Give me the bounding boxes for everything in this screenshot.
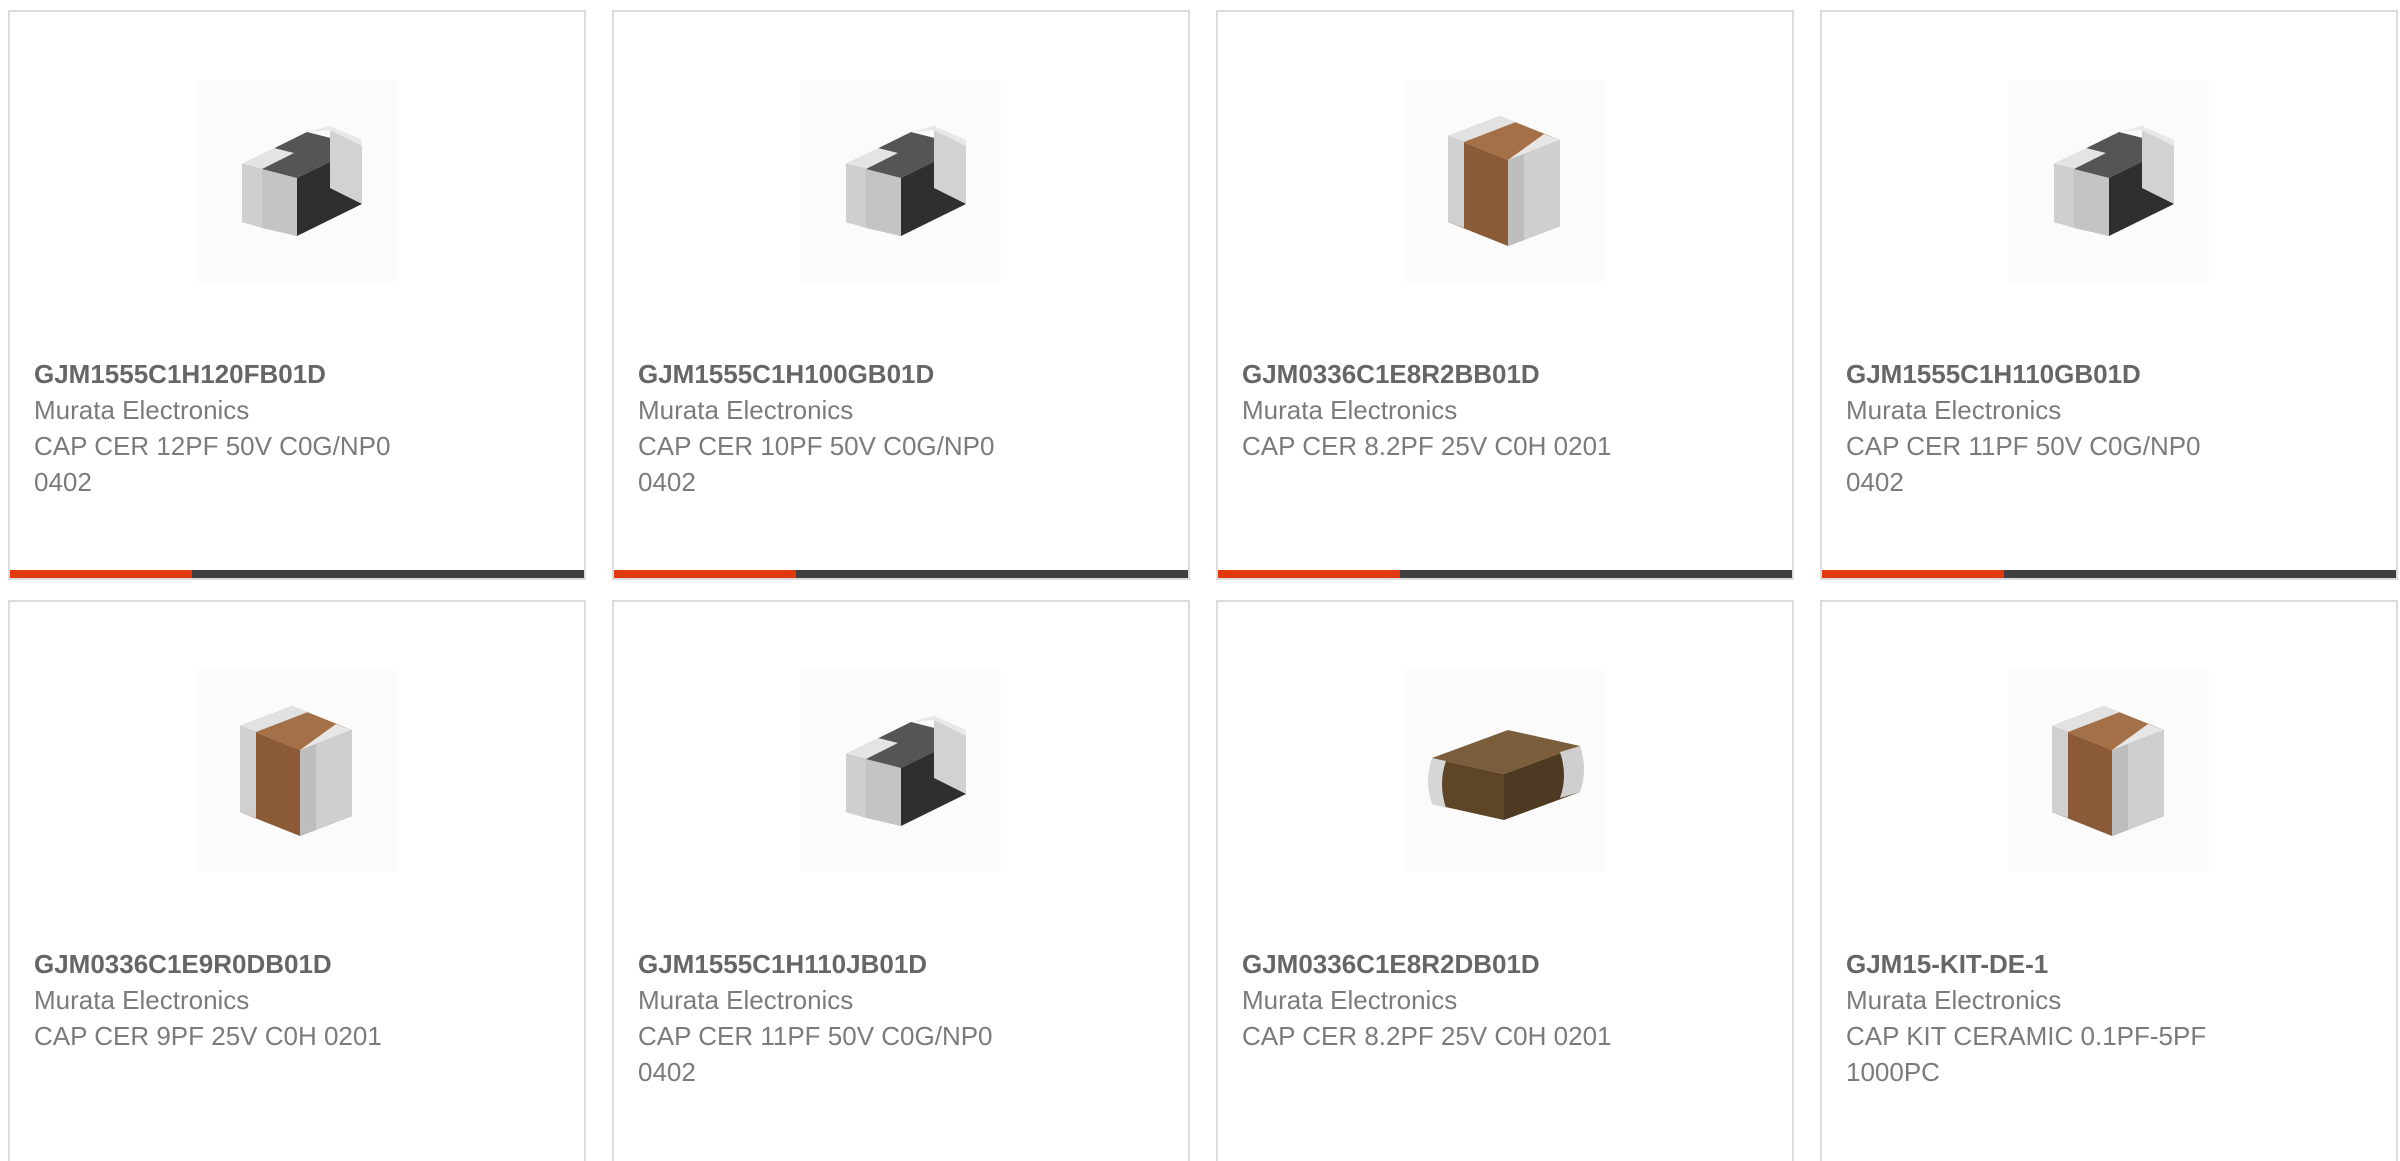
card-hover-bar	[614, 570, 1188, 578]
manufacturer-name: Murata Electronics	[638, 985, 854, 1015]
product-info: GJM1555C1H100GB01D Murata Electronics CA…	[638, 356, 1158, 500]
product-card[interactable]: GJM15-KIT-DE-1 Murata Electronics CAP KI…	[1820, 600, 2398, 1161]
manufacturer-name: Murata Electronics	[638, 395, 854, 425]
product-image[interactable]	[1405, 670, 1605, 872]
card-accent-bar	[1218, 570, 1400, 578]
product-info: GJM1555C1H120FB01D Murata Electronics CA…	[34, 356, 554, 500]
part-number-link[interactable]: GJM1555C1H100GB01D	[638, 356, 1158, 392]
product-image[interactable]	[1405, 80, 1605, 282]
product-card[interactable]: GJM1555C1H110JB01D Murata Electronics CA…	[612, 600, 1190, 1161]
part-number-link[interactable]: GJM1555C1H110GB01D	[1846, 356, 2366, 392]
manufacturer-name: Murata Electronics	[1242, 985, 1458, 1015]
manufacturer-name: Murata Electronics	[1242, 395, 1458, 425]
card-hover-bar	[10, 570, 584, 578]
mlcc-chip-gray-icon	[816, 696, 986, 846]
product-image[interactable]	[2009, 80, 2209, 282]
card-accent-bar	[1822, 570, 2004, 578]
part-number-link[interactable]: GJM1555C1H120FB01D	[34, 356, 554, 392]
product-info: GJM1555C1H110GB01D Murata Electronics CA…	[1846, 356, 2366, 500]
product-card[interactable]: GJM1555C1H100GB01D Murata Electronics CA…	[612, 10, 1190, 580]
product-card[interactable]: GJM0336C1E9R0DB01D Murata Electronics CA…	[8, 600, 586, 1161]
product-info: GJM0336C1E9R0DB01D Murata Electronics CA…	[34, 946, 554, 1054]
part-number-link[interactable]: GJM0336C1E8R2BB01D	[1242, 356, 1762, 392]
mlcc-chip-brown-icon	[212, 686, 382, 856]
part-number-link[interactable]: GJM0336C1E8R2DB01D	[1242, 946, 1762, 982]
mlcc-chip-gray-icon	[2024, 106, 2194, 256]
card-accent-bar	[10, 570, 192, 578]
manufacturer-name: Murata Electronics	[34, 985, 250, 1015]
product-info: GJM0336C1E8R2DB01D Murata Electronics CA…	[1242, 946, 1762, 1054]
product-card[interactable]: GJM1555C1H120FB01D Murata Electronics CA…	[8, 10, 586, 580]
product-image[interactable]	[197, 670, 397, 872]
product-info: GJM15-KIT-DE-1 Murata Electronics CAP KI…	[1846, 946, 2366, 1090]
product-card[interactable]: GJM0336C1E8R2BB01D Murata Electronics CA…	[1216, 10, 1794, 580]
mlcc-chip-gray-icon	[816, 106, 986, 256]
product-image[interactable]	[197, 80, 397, 282]
product-grid: GJM1555C1H120FB01D Murata Electronics CA…	[8, 10, 2398, 1161]
product-description: CAP CER 9PF 25V C0H 0201	[34, 1021, 382, 1051]
product-card[interactable]: GJM0336C1E8R2DB01D Murata Electronics CA…	[1216, 600, 1794, 1161]
part-number-link[interactable]: GJM15-KIT-DE-1	[1846, 946, 2366, 982]
card-hover-bar	[1218, 570, 1792, 578]
part-number-link[interactable]: GJM1555C1H110JB01D	[638, 946, 1158, 982]
card-hover-bar	[1822, 570, 2396, 578]
product-description: CAP CER 11PF 50V C0G/NP0 0402	[638, 1021, 993, 1087]
card-accent-bar	[614, 570, 796, 578]
part-number-link[interactable]: GJM0336C1E9R0DB01D	[34, 946, 554, 982]
product-description: CAP CER 12PF 50V C0G/NP0 0402	[34, 431, 391, 497]
product-image[interactable]	[2009, 670, 2209, 872]
mlcc-chip-brown-icon	[2024, 686, 2194, 856]
manufacturer-name: Murata Electronics	[1846, 395, 2062, 425]
mlcc-chip-gray-icon	[212, 106, 382, 256]
product-grid-page: GJM1555C1H120FB01D Murata Electronics CA…	[0, 0, 2400, 1161]
product-description: CAP CER 10PF 50V C0G/NP0 0402	[638, 431, 995, 497]
product-info: GJM1555C1H110JB01D Murata Electronics CA…	[638, 946, 1158, 1090]
mlcc-chip-brown-icon	[1420, 96, 1590, 266]
product-description: CAP CER 8.2PF 25V C0H 0201	[1242, 431, 1612, 461]
product-image[interactable]	[801, 670, 1001, 872]
product-description: CAP CER 8.2PF 25V C0H 0201	[1242, 1021, 1612, 1051]
product-description: CAP CER 11PF 50V C0G/NP0 0402	[1846, 431, 2201, 497]
product-description: CAP KIT CERAMIC 0.1PF-5PF 1000PC	[1846, 1021, 2207, 1087]
product-card[interactable]: GJM1555C1H110GB01D Murata Electronics CA…	[1820, 10, 2398, 580]
product-info: GJM0336C1E8R2BB01D Murata Electronics CA…	[1242, 356, 1762, 464]
manufacturer-name: Murata Electronics	[1846, 985, 2062, 1015]
product-image[interactable]	[801, 80, 1001, 282]
mlcc-chip-flat-brown-icon	[1410, 696, 1600, 846]
manufacturer-name: Murata Electronics	[34, 395, 250, 425]
